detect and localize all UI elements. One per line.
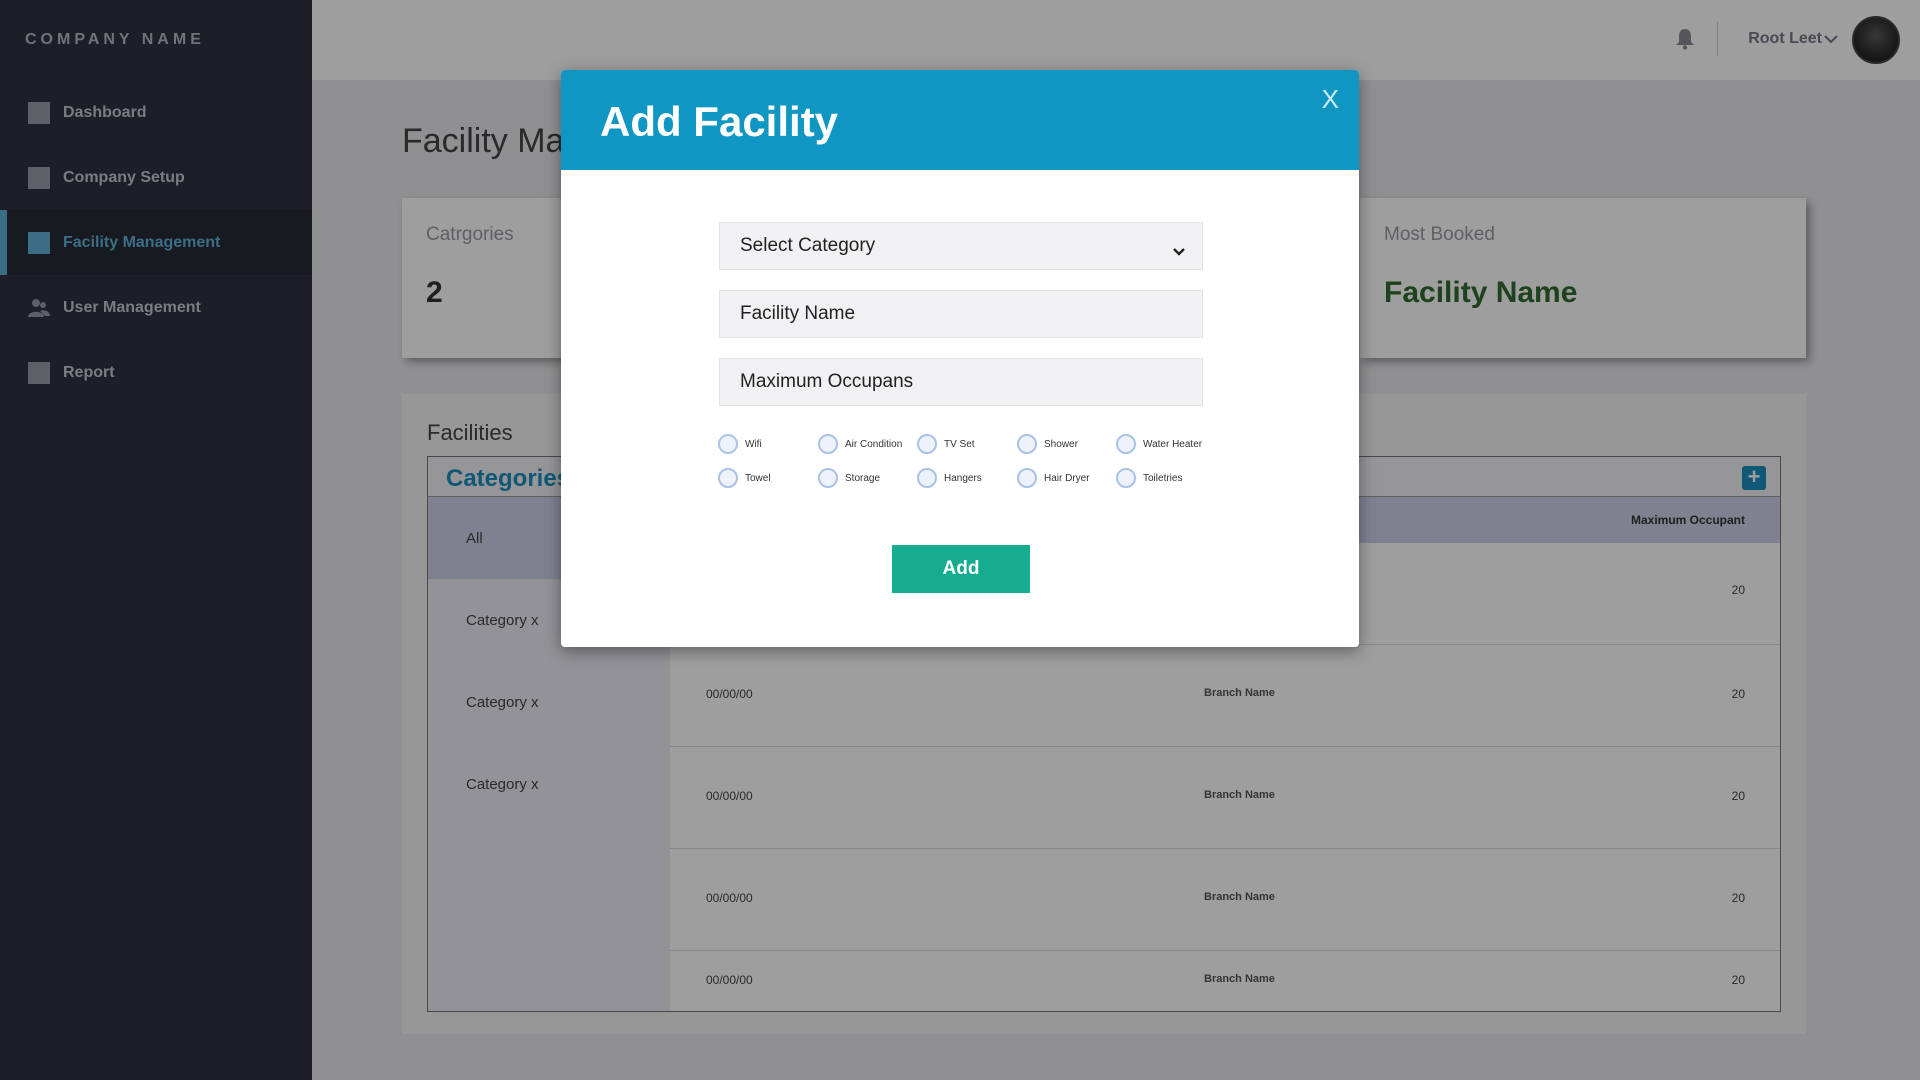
radio-button[interactable] (1116, 468, 1136, 488)
radio-button[interactable] (917, 468, 937, 488)
amenity-label: Water Heater (1143, 438, 1203, 450)
amenity-label: Shower (1044, 438, 1078, 450)
amenity-water-heater[interactable]: Water Heater (1116, 434, 1202, 454)
amenity-hair-dryer[interactable]: Hair Dryer (1017, 468, 1090, 488)
radio-button[interactable] (1017, 468, 1037, 488)
maximum-occupants-placeholder: Maximum Occupans (740, 371, 914, 392)
amenity-hangers[interactable]: Hangers (917, 468, 982, 488)
category-select-value: Select Category (740, 235, 876, 256)
amenity-label: Toiletries (1143, 472, 1183, 484)
amenity-tv-set[interactable]: TV Set (917, 434, 975, 454)
amenity-label: TV Set (944, 438, 975, 450)
category-select[interactable]: Select Category (719, 222, 1203, 270)
radio-button[interactable] (818, 468, 838, 488)
chevron-down-icon (1172, 241, 1186, 256)
radio-button[interactable] (1017, 434, 1037, 454)
add-button[interactable]: Add (892, 545, 1030, 593)
facility-name-placeholder: Facility Name (740, 303, 856, 324)
radio-button[interactable] (718, 468, 738, 488)
amenity-air-condition[interactable]: Air Condition (818, 434, 902, 454)
facility-name-field[interactable]: Facility Name (719, 290, 1203, 338)
amenity-label: Air Condition (845, 438, 903, 450)
amenity-wifi[interactable]: Wifi (718, 434, 762, 454)
close-button[interactable]: X (1322, 84, 1339, 115)
modal-title: Add Facility (600, 98, 839, 145)
amenity-shower[interactable]: Shower (1017, 434, 1078, 454)
radio-button[interactable] (818, 434, 838, 454)
add-facility-modal: Add Facility X Select Category Facility … (561, 70, 1359, 647)
amenity-label: Towel (745, 472, 771, 484)
amenity-label: Wifi (745, 438, 762, 450)
amenity-label: Hair Dryer (1044, 472, 1090, 484)
maximum-occupants-field[interactable]: Maximum Occupans (719, 358, 1203, 406)
modal-header: Add Facility X (561, 70, 1359, 170)
radio-button[interactable] (917, 434, 937, 454)
amenity-label: Hangers (944, 472, 982, 484)
amenity-label: Storage (845, 472, 881, 484)
amenity-toiletries[interactable]: Toiletries (1116, 468, 1182, 488)
radio-button[interactable] (1116, 434, 1136, 454)
amenity-storage[interactable]: Storage (818, 468, 880, 488)
amenity-towel[interactable]: Towel (718, 468, 771, 488)
radio-button[interactable] (718, 434, 738, 454)
